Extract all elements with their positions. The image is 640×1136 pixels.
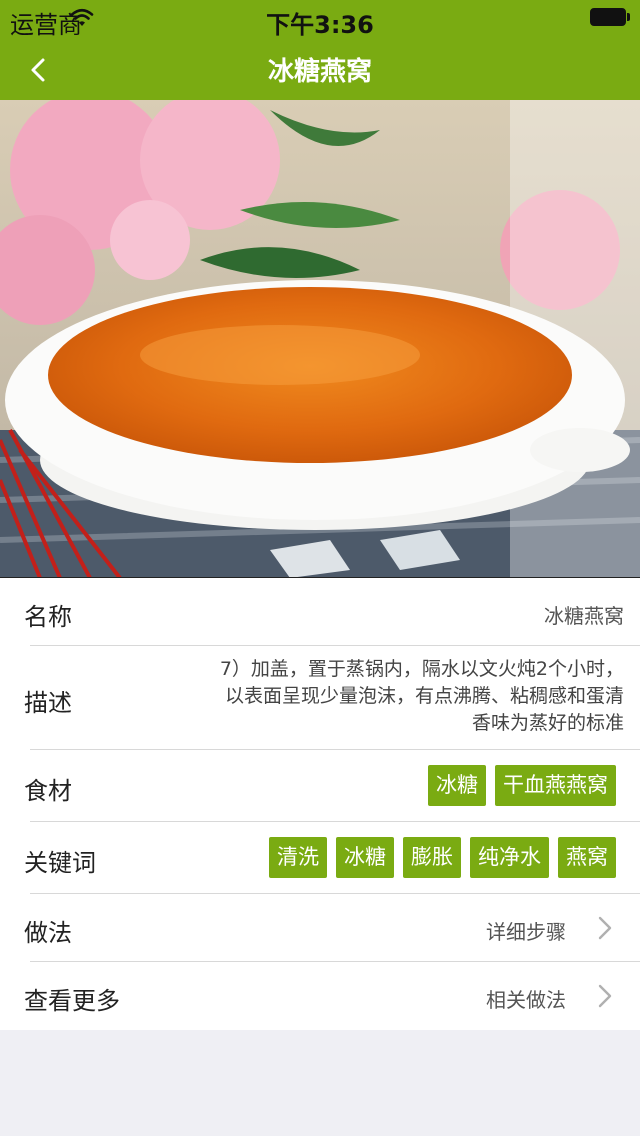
ingredients-row: 食材 冰糖 干血燕燕窝 [0,750,640,822]
keyword-tag[interactable]: 膨胀 [403,837,461,878]
dish-photo [0,100,640,578]
description-row: 描述 7）加盖，置于蒸锅内，隔水以文火炖2个小时， 以表面呈现少量泡沫，有点沸腾… [0,646,640,750]
more-row[interactable]: 查看更多 相关做法 [0,962,640,1030]
keyword-tag[interactable]: 纯净水 [470,837,549,878]
description-text: 7）加盖，置于蒸锅内，隔水以文火炖2个小时， 以表面呈现少量泡沫，有点沸腾、粘稠… [154,656,624,737]
page-title: 冰糖燕窝 [267,57,372,87]
more-link[interactable]: 相关做法 [486,984,566,1013]
status-bar: 运营商 下午3:36 [0,0,640,40]
method-row[interactable]: 做法 详细步骤 [0,894,640,962]
keyword-tag[interactable]: 清洗 [269,837,327,878]
name-row: 名称 冰糖燕窝 [0,578,640,646]
keyword-tag[interactable]: 燕窝 [558,837,616,878]
keyword-tag[interactable]: 冰糖 [336,837,394,878]
description-label: 描述 [24,689,72,717]
nav-bar: 冰糖燕窝 [0,40,640,100]
chevron-right-icon [598,984,612,1008]
name-label: 名称 [24,603,72,631]
battery-icon [590,8,630,26]
chevron-right-icon [598,916,612,940]
detail-list: 名称 冰糖燕窝 描述 7）加盖，置于蒸锅内，隔水以文火炖2个小时， 以表面呈现少… [0,578,640,1030]
ingredients-label: 食材 [24,777,72,805]
keywords-row: 关键词 清洗 冰糖 膨胀 纯净水 燕窝 [0,822,640,894]
description-line: 7）加盖，置于蒸锅内，隔水以文火炖2个小时， [219,658,624,680]
keywords-label: 关键词 [24,849,96,877]
name-value: 冰糖燕窝 [544,604,624,628]
ingredient-tag[interactable]: 干血燕燕窝 [495,765,616,806]
method-link[interactable]: 详细步骤 [486,916,566,945]
ingredient-tags: 冰糖 干血燕燕窝 [428,765,616,806]
more-label: 查看更多 [24,987,120,1015]
status-time: 下午3:36 [266,11,374,39]
description-line: 香味为蒸好的标准 [471,712,624,734]
description-line: 以表面呈现少量泡沫，有点沸腾、粘稠感和蛋清 [224,685,624,707]
method-label: 做法 [24,919,72,947]
ingredient-tag[interactable]: 冰糖 [428,765,486,806]
keyword-tags: 清洗 冰糖 膨胀 纯净水 燕窝 [269,837,616,878]
header: 运营商 下午3:36 冰糖燕窝 [0,0,640,100]
